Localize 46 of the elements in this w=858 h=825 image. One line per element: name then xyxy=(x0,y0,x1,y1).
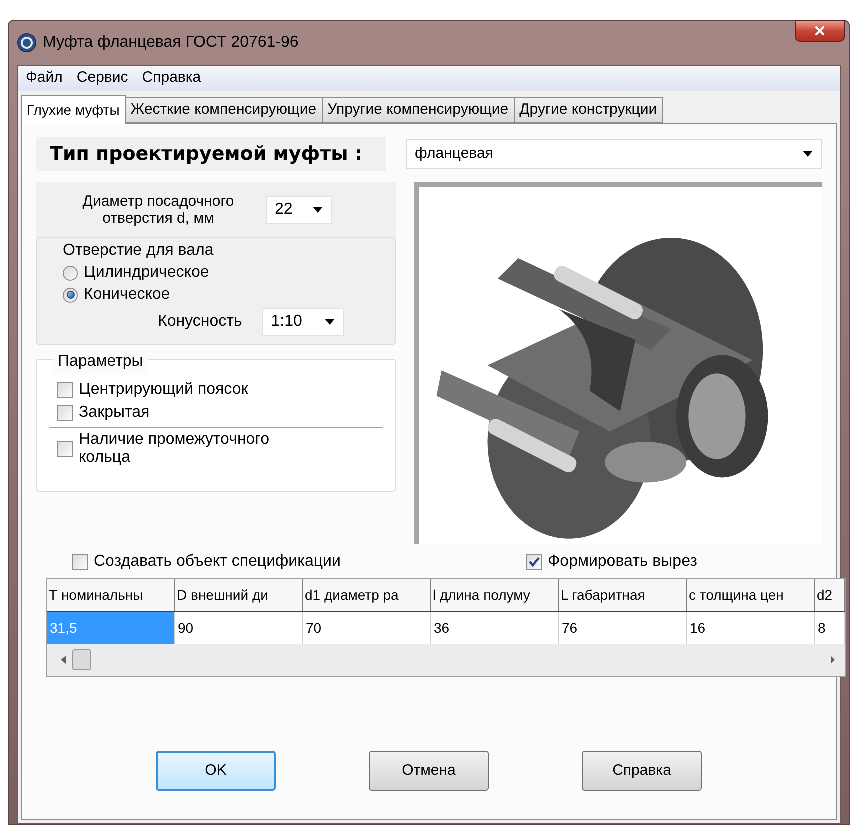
checkbox-label: Формировать вырез xyxy=(548,552,698,572)
column-header[interactable]: l длина полуму xyxy=(431,579,559,611)
dialog-button[interactable]: Отмена xyxy=(369,751,489,791)
bore-diameter-dropdown[interactable]: 22 xyxy=(266,196,332,224)
tab[interactable]: Глухие муфты xyxy=(21,95,126,124)
checkbox-label: Создавать объект спецификации xyxy=(94,552,341,572)
check-icon xyxy=(528,557,540,567)
checkbox-label: Наличие промежуточного кольца xyxy=(79,431,271,467)
caret-icon xyxy=(803,151,813,157)
tab[interactable]: Упругие компенсирующие xyxy=(322,97,515,123)
bore-diameter-label: Диаметр посадочного отверстия d, мм xyxy=(82,192,236,226)
group-title: Отверстие для вала xyxy=(63,241,215,261)
checkbox[interactable] xyxy=(57,441,73,457)
close-icon xyxy=(813,24,827,38)
menu-item[interactable]: Файл xyxy=(20,67,69,90)
tab[interactable]: Жесткие компенсирующие xyxy=(126,97,323,123)
radio-label: Коническое xyxy=(84,285,170,305)
column-header[interactable]: L габаритная xyxy=(559,579,687,611)
checkbox-label: Центрирующий поясок xyxy=(79,380,248,400)
caret-icon xyxy=(325,319,336,325)
column-header[interactable]: d2 xyxy=(815,579,845,611)
taper-label: Конусность xyxy=(158,312,242,332)
window-title: Муфта фланцевая ГОСТ 20761-96 xyxy=(43,33,299,53)
tab[interactable]: Другие конструкции xyxy=(514,97,664,123)
dialog-button[interactable]: OK xyxy=(156,751,276,791)
column-header[interactable]: с толщина цен xyxy=(687,579,815,611)
menu-item[interactable]: Справка xyxy=(136,67,208,90)
close-button[interactable] xyxy=(795,20,845,42)
column-header[interactable]: D внешний ди xyxy=(175,579,303,611)
radio-button[interactable] xyxy=(63,266,78,280)
radio-label: Цилиндрическое xyxy=(84,263,210,283)
checkbox[interactable] xyxy=(57,382,73,398)
checkbox[interactable] xyxy=(72,554,88,570)
dialog-button[interactable]: Справка xyxy=(582,751,702,791)
column-header[interactable]: d1 диаметр ра xyxy=(303,579,431,611)
coupling-type-dropdown[interactable]: фланцевая xyxy=(406,139,822,169)
caret-icon xyxy=(313,206,323,212)
radio-button[interactable] xyxy=(63,288,78,302)
coupling-type-label: Тип проектируемой муфты : xyxy=(36,137,386,171)
checkbox-label: Закрытая xyxy=(79,402,150,422)
checkbox[interactable] xyxy=(57,404,73,420)
column-header[interactable]: Т номинальны xyxy=(47,579,175,611)
taper-dropdown[interactable]: 1:10 xyxy=(262,308,344,336)
checkbox[interactable] xyxy=(526,554,542,570)
app-icon xyxy=(17,33,37,53)
menu-item[interactable]: Сервис xyxy=(70,67,134,90)
